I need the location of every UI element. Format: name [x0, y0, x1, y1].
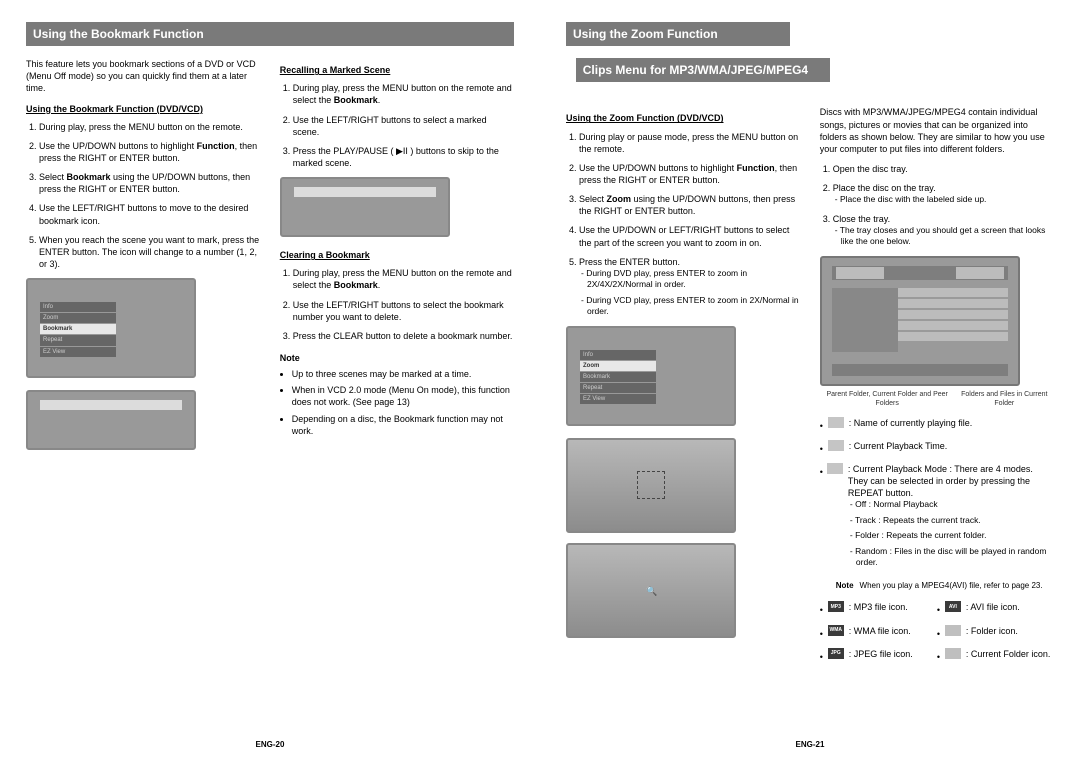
step: Use the LEFT/RIGHT buttons to move to th… — [39, 202, 260, 226]
wma-icon: WMA — [828, 625, 844, 636]
clear-heading: Clearing a Bookmark — [280, 249, 514, 261]
page-number-left: ENG-20 — [0, 740, 540, 751]
step: Press the PLAY/PAUSE ( ▶II ) buttons to … — [293, 145, 514, 169]
note-heading: Note — [280, 352, 514, 364]
file-name-icon — [828, 417, 844, 428]
legend-row: •MP3: MP3 file icon. — [820, 601, 937, 616]
osd-screenshot-strip — [26, 390, 196, 450]
osd-screenshot-menu: Info Zoom Bookmark Repeat EZ View — [26, 278, 196, 378]
step: Place the disc on the tray.- Place the d… — [833, 182, 1054, 206]
current-folder-icon — [945, 648, 961, 659]
step: Use the UP/DOWN or LEFT/RIGHT buttons to… — [579, 224, 800, 248]
step: During play, press the MENU button on th… — [293, 267, 514, 291]
step: Select Bookmark using the UP/DOWN button… — [39, 171, 260, 195]
step: Use the LEFT/RIGHT buttons to select the… — [293, 299, 514, 323]
intro-text: This feature lets you bookmark sections … — [26, 58, 260, 94]
step: During play or pause mode, press the MEN… — [579, 131, 800, 155]
step: During play, press the MENU button on th… — [39, 121, 260, 133]
clear-steps: During play, press the MENU button on th… — [280, 267, 514, 342]
osd-screenshot-strip2 — [280, 177, 450, 237]
step: Use the UP/DOWN buttons to highlight Fun… — [39, 140, 260, 164]
page-right: Using the Zoom Function Clips Menu for M… — [540, 0, 1080, 765]
zoom-preview-2: 🔍 — [566, 543, 736, 638]
step: Press the ENTER button. - During DVD pla… — [579, 256, 800, 318]
clips-captions: Parent Folder, Current Folder and Peer F… — [820, 390, 1054, 409]
heading-bookmark: Using the Bookmark Function — [26, 22, 514, 46]
step: When you reach the scene you want to mar… — [39, 234, 260, 270]
recall-steps: During play, press the MENU button on th… — [280, 82, 514, 169]
clips-steps: Open the disc tray. Place the disc on th… — [820, 163, 1054, 248]
heading-zoom: Using the Zoom Function — [566, 22, 790, 46]
legend-row: •: Name of currently playing file. — [820, 417, 1054, 432]
step: Close the tray.- The tray closes and you… — [833, 213, 1054, 248]
bookmark-steps: During play, press the MENU button on th… — [26, 121, 260, 270]
play-mode-icon — [827, 463, 843, 474]
zoom-sub-heading: Using the Zoom Function (DVD/VCD) — [566, 112, 800, 124]
play-time-icon — [828, 440, 844, 451]
file-icon-grid: •MP3: MP3 file icon. •AVI: AVI file icon… — [820, 601, 1054, 670]
zoom-steps: During play or pause mode, press the MEN… — [566, 131, 800, 318]
using-bookmark-heading: Using the Bookmark Function (DVD/VCD) — [26, 103, 260, 115]
legend-row: •: Folder icon. — [937, 625, 1054, 640]
legend-row: • : Current Playback Mode : There are 4 … — [820, 463, 1054, 573]
left-col1: This feature lets you bookmark sections … — [26, 58, 260, 462]
step: Use the UP/DOWN buttons to highlight Fun… — [579, 162, 800, 186]
clips-menu-screenshot — [820, 256, 1020, 386]
avi-icon: AVI — [945, 601, 961, 612]
note-list: Up to three scenes may be marked at a ti… — [280, 368, 514, 437]
step: During play, press the MENU button on th… — [293, 82, 514, 106]
heading-clips: Clips Menu for MP3/WMA/JPEG/MPEG4 — [576, 58, 830, 82]
magnifier-icon: 🔍 — [646, 585, 657, 597]
legend-row: •AVI: AVI file icon. — [937, 601, 1054, 616]
legend-row: •: Current Folder icon. — [937, 648, 1054, 663]
left-col2: Recalling a Marked Scene During play, pr… — [280, 58, 514, 441]
right-col1: Using the Zoom Function (DVD/VCD) During… — [566, 106, 800, 647]
zoom-preview-1 — [566, 438, 736, 533]
osd-screenshot-zoom-menu: Info Zoom Bookmark Repeat EZ View — [566, 326, 736, 426]
mpeg4-note: NoteWhen you play a MPEG4(AVI) file, ref… — [836, 581, 1054, 592]
step: Press the CLEAR button to delete a bookm… — [293, 330, 514, 342]
page-number-right: ENG-21 — [540, 740, 1080, 751]
step: Select Zoom using the UP/DOWN buttons, t… — [579, 193, 800, 217]
legend-row: •WMA: WMA file icon. — [820, 625, 937, 640]
step: Open the disc tray. — [833, 163, 1054, 175]
right-col2: Discs with MP3/WMA/JPEG/MPEG4 contain in… — [820, 106, 1054, 671]
jpeg-icon: JPG — [828, 648, 844, 659]
mp3-icon: MP3 — [828, 601, 844, 612]
folder-icon — [945, 625, 961, 636]
legend-row: •JPG: JPEG file icon. — [820, 648, 937, 663]
clips-intro: Discs with MP3/WMA/JPEG/MPEG4 contain in… — [820, 106, 1054, 155]
step: Use the LEFT/RIGHT buttons to select a m… — [293, 114, 514, 138]
recall-heading: Recalling a Marked Scene — [280, 64, 514, 76]
legend-row: •: Current Playback Time. — [820, 440, 1054, 455]
page-left: Using the Bookmark Function This feature… — [0, 0, 540, 765]
